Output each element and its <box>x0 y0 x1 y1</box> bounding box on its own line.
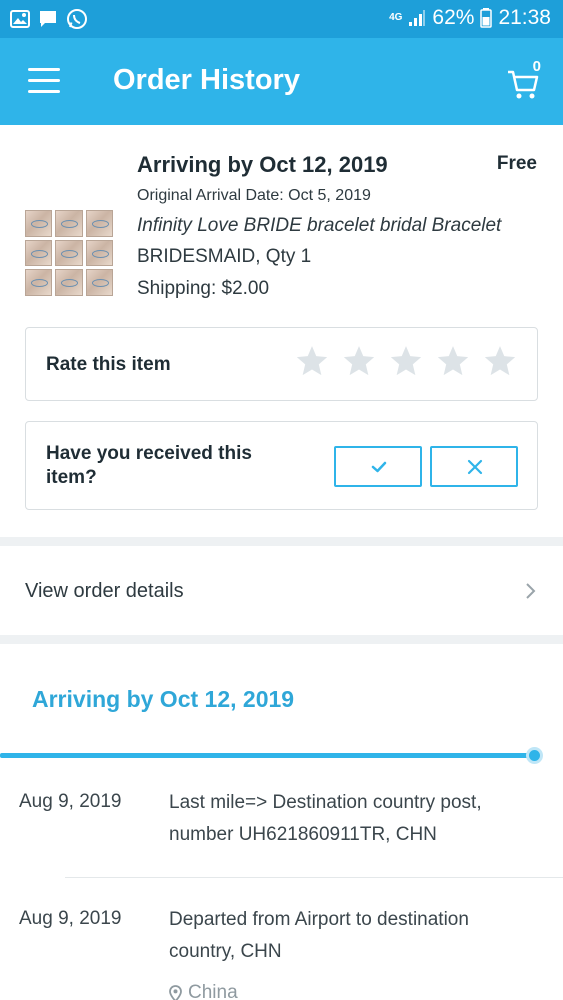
rate-item-card: Rate this item <box>25 327 538 401</box>
chevron-right-icon <box>526 583 536 599</box>
tracking-progress-bar <box>0 753 540 758</box>
tracking-event-description: Departed from Airport to destination cou… <box>169 909 469 962</box>
star-icon[interactable] <box>342 344 376 378</box>
cart-button[interactable]: 0 <box>507 58 543 100</box>
tracking-separator <box>65 877 563 878</box>
network-type: 4G <box>389 12 403 23</box>
tracking-event-date: Aug 9, 2019 <box>19 791 122 812</box>
close-icon <box>467 459 483 475</box>
product-name[interactable]: Infinity Love BRIDE bracelet bridal Brac… <box>137 215 537 237</box>
original-arrival-date: Original Arrival Date: Oct 5, 2019 <box>137 187 371 204</box>
whatsapp-icon <box>67 9 87 29</box>
view-order-details-label: View order details <box>25 580 184 602</box>
tracking-event-location: China <box>169 982 238 1000</box>
received-question: Have you received this item? <box>46 443 252 488</box>
view-order-details-row[interactable]: View order details <box>0 547 563 635</box>
arrival-title: Arriving by Oct 12, 2019 <box>137 152 388 177</box>
section-divider <box>0 537 563 546</box>
product-thumbnail[interactable] <box>25 210 113 296</box>
star-icon[interactable] <box>389 344 423 378</box>
star-icon[interactable] <box>483 344 517 378</box>
message-icon <box>40 11 56 27</box>
battery-icon <box>480 8 493 28</box>
check-icon <box>371 461 387 473</box>
received-item-card: Have you received this item? <box>25 421 538 510</box>
tracking-heading: Arriving by Oct 12, 2019 <box>32 686 295 712</box>
location-pin-icon <box>169 984 182 1000</box>
gallery-icon <box>10 10 30 28</box>
signal-icon <box>409 10 426 26</box>
notification-icons <box>10 8 88 30</box>
status-bar: 4G 62% 21:38 <box>0 0 563 38</box>
tracking-progress-dot <box>526 747 543 764</box>
star-icon[interactable] <box>295 344 329 378</box>
tracking-event-location-text: China <box>188 982 238 1000</box>
shipping-cost: Shipping: $2.00 <box>137 278 270 299</box>
app-bar: Order History 0 <box>0 38 563 125</box>
menu-icon[interactable] <box>28 68 60 94</box>
rate-label: Rate this item <box>46 354 171 375</box>
system-status: 4G 62% 21:38 <box>389 6 551 30</box>
clock: 21:38 <box>498 6 551 29</box>
received-no-button[interactable] <box>430 446 518 487</box>
page-title: Order History <box>113 64 300 96</box>
battery-percent: 62% <box>432 6 475 29</box>
price-label: Free <box>496 153 537 174</box>
received-yes-button[interactable] <box>334 446 422 487</box>
variant-quantity: BRIDESMAID, Qty 1 <box>137 246 312 267</box>
tracking-event-date: Aug 9, 2019 <box>19 908 122 929</box>
star-rating <box>295 344 517 378</box>
section-divider <box>0 635 563 644</box>
tracking-event-description: Last mile=> Destination country post, nu… <box>169 792 482 845</box>
star-icon[interactable] <box>436 344 470 378</box>
cart-count-badge: 0 <box>532 58 541 75</box>
